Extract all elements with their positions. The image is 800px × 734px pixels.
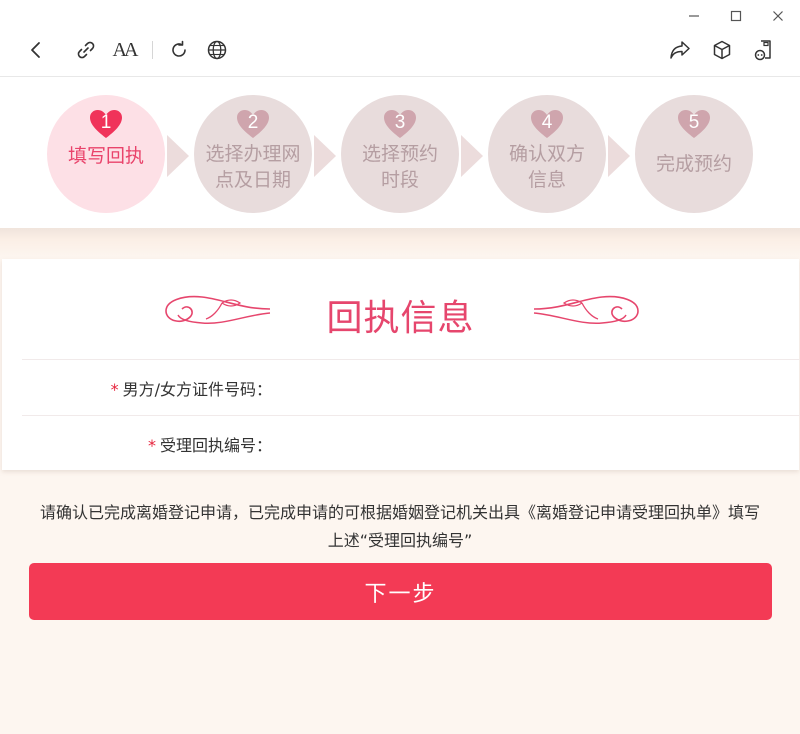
window-controls [686,6,786,26]
link-icon[interactable] [74,36,98,64]
heart-icon: 4 [530,109,564,139]
step-3: 3 选择预约 时段 [341,95,459,213]
maximize-icon[interactable] [728,6,744,26]
refresh-icon[interactable] [167,36,191,64]
heart-icon: 5 [677,109,711,139]
receipt-number-row: * 受理回执编号： [22,415,800,471]
card-header: 回执信息 [2,259,799,359]
mini-program-icon[interactable] [752,36,776,64]
notice-text: 请确认已完成离婚登记申请，已完成申请的可根据婚姻登记机关出具《离婚登记申请受理回… [39,503,760,550]
step-label: 选择预约 时段 [361,143,438,191]
step-number: 5 [688,112,700,133]
step-2: 2 选择办理网 点及日期 [194,95,312,213]
share-icon[interactable] [668,36,692,64]
back-icon[interactable] [24,36,48,64]
cube-icon[interactable] [710,36,734,64]
required-mark: * [147,436,156,455]
chevron-right-icon [314,135,336,177]
close-icon[interactable] [770,6,786,26]
step-number: 1 [100,112,112,133]
font-size-icon[interactable]: AA [112,36,139,64]
id-number-label: * 男方/女方证件号码： [110,380,272,399]
step-number: 4 [541,112,553,133]
globe-icon[interactable] [205,36,229,64]
card-title: 回执信息 [326,298,475,339]
minimize-icon[interactable] [686,6,702,26]
id-number-input[interactable] [282,368,782,408]
chevron-right-icon [167,135,189,177]
step-label: 确认双方 信息 [508,143,585,191]
step-bar-shadow [0,228,800,258]
receipt-number-label: * 受理回执编号： [147,436,272,455]
heart-icon: 2 [236,109,270,139]
next-step-button[interactable]: 下一步 [29,563,772,620]
browser-toolbar: AA [0,0,800,77]
step-4: 4 确认双方 信息 [488,95,606,213]
step-1: 1 填写回执 [47,95,165,213]
flourish-right-icon [533,295,639,324]
toolbar-divider [152,41,153,59]
progress-steps: 1 填写回执 2 选择办理网 点及日期 3 选择预约 时段 4 确认双方 信息 … [0,77,800,228]
chevron-right-icon [608,135,630,177]
step-label: 完成预约 [655,153,732,175]
required-mark: * [110,380,119,399]
receipt-info-card: 回执信息 * 男方/女方证件号码： * 受理回执编号： [2,259,800,471]
step-5: 5 完成预约 [635,95,753,213]
step-label: 选择办理网 点及日期 [205,143,301,191]
step-number: 3 [394,112,406,133]
chevron-right-icon [461,135,483,177]
receipt-number-input[interactable] [282,424,782,464]
id-number-row: * 男方/女方证件号码： [22,359,800,415]
step-number: 2 [247,112,259,133]
step-label: 填写回执 [67,145,144,167]
heart-icon: 3 [383,109,417,139]
heart-icon: 1 [89,109,123,139]
